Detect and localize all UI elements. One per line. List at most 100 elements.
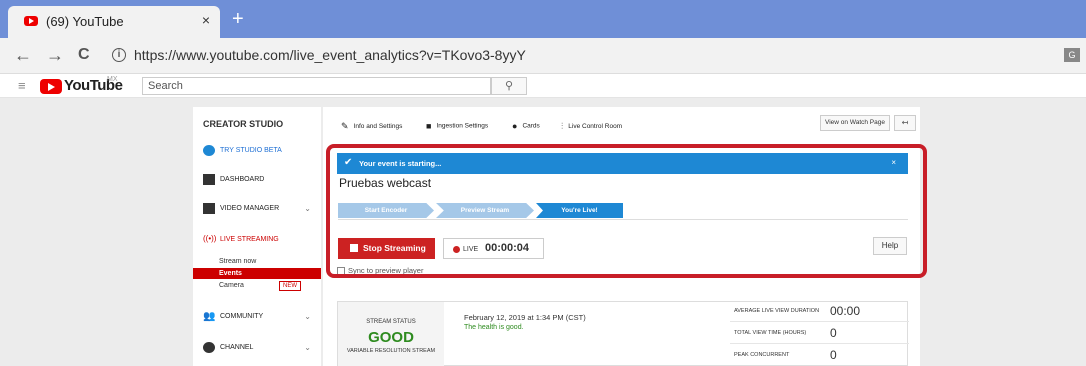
country-code: MX	[107, 76, 118, 83]
tab-info-and-settings[interactable]: ✎ Info and Settings	[341, 121, 402, 132]
forward-icon[interactable]: →	[46, 46, 64, 64]
sidebar-item-dashboard[interactable]: DASHBOARD	[193, 174, 321, 188]
metric-value: 0	[830, 326, 837, 340]
pencil-icon: ✎	[341, 121, 349, 131]
community-icon: 👥	[203, 311, 216, 322]
stop-streaming-label: Stop Streaming	[363, 243, 426, 253]
step-preview-stream: Preview Stream	[436, 203, 534, 218]
tab-label: Live Control Room	[568, 123, 623, 131]
sidebar-item-label: TRY STUDIO BETA	[220, 147, 282, 154]
url-field[interactable]: https://www.youtube.com/live_event_analy…	[134, 47, 526, 63]
live-timer: 00:00:04	[485, 242, 530, 254]
stop-streaming-button[interactable]: Stop Streaming	[338, 238, 435, 259]
youtube-favicon-icon	[24, 16, 38, 26]
stream-status-panel: STREAM STATUS GOOD VARIABLE RESOLUTION S…	[338, 302, 444, 366]
site-info-icon[interactable]: i	[112, 48, 126, 62]
tab-label: Ingestion Settings	[436, 122, 489, 130]
creator-studio-sidebar: CREATOR STUDIO TRY STUDIO BETA DASHBOARD…	[193, 107, 321, 366]
divider	[338, 219, 908, 220]
screen: (69) YouTube × + ← → C i https://www.you…	[0, 0, 1086, 366]
sidebar-item-community[interactable]: 👥 COMMUNITY ⌄	[193, 311, 321, 325]
tab-label: Info and Settings	[353, 123, 403, 131]
metric-label: TOTAL VIEW TIME (HOURS)	[734, 330, 807, 336]
sidebar-item-label: COMMUNITY	[220, 313, 264, 320]
chevron-down-icon[interactable]: ⌄	[304, 312, 311, 321]
sliders-icon: ⫶	[561, 121, 564, 131]
dashboard-icon	[203, 174, 215, 185]
metric-value: 00:00	[830, 304, 861, 318]
creator-studio-title: CREATOR STUDIO	[203, 119, 284, 129]
share-icon: ↤	[901, 118, 909, 127]
sidebar-subitem-events[interactable]: Events	[193, 268, 321, 279]
close-icon[interactable]: ×	[891, 158, 896, 167]
sync-checkbox[interactable]	[337, 267, 345, 276]
step-you-are-live: You're Live!	[536, 203, 623, 218]
info-icon: ●	[512, 121, 518, 131]
sidebar-item-channel[interactable]: CHANNEL ⌄	[193, 342, 321, 356]
live-dot-icon	[453, 246, 460, 253]
stream-status-value: GOOD	[368, 329, 414, 346]
event-title: Pruebas webcast	[339, 176, 432, 190]
banner-text: Your event is starting...	[359, 159, 442, 168]
menu-icon[interactable]: ≡	[18, 78, 26, 93]
resolution-label: VARIABLE RESOLUTION STREAM	[346, 348, 436, 354]
sidebar-item-label: VIDEO MANAGER	[220, 205, 280, 212]
video-manager-icon	[203, 203, 215, 214]
browser-tab[interactable]: (69) YouTube ×	[8, 6, 220, 38]
search-icon: ⚲	[504, 80, 514, 92]
stop-icon	[350, 244, 358, 252]
metric-label: PEAK CONCURRENT	[734, 352, 790, 358]
address-bar: ← → C i https://www.youtube.com/live_eve…	[0, 38, 1086, 74]
sidebar-item-try-studio-beta[interactable]: TRY STUDIO BETA	[193, 145, 321, 159]
sidebar-subitem-camera[interactable]: Camera NEW	[193, 280, 321, 291]
youtube-header: ≡ YouTube MX Search ⚲	[0, 74, 1086, 98]
search-button[interactable]: ⚲	[491, 77, 527, 95]
stream-progress-steps: Start Encoder Preview Stream You're Live…	[338, 203, 623, 218]
sidebar-item-live-streaming[interactable]: ((•)) LIVE STREAMING	[193, 234, 321, 248]
sync-preview-row[interactable]: Sync to preview player	[337, 266, 424, 276]
translate-icon[interactable]: G	[1064, 48, 1080, 62]
gear-icon	[203, 145, 215, 156]
tab-ingestion-settings[interactable]: ■ Ingestion Settings	[426, 121, 488, 131]
sidebar-item-video-manager[interactable]: VIDEO MANAGER ⌄	[193, 203, 321, 217]
new-tab-button[interactable]: +	[232, 8, 244, 31]
tab-close-icon[interactable]: ×	[202, 12, 210, 28]
sidebar-subitem-label: Camera	[219, 282, 244, 289]
metric-peak-concurrent: PEAK CONCURRENT 0	[730, 346, 909, 366]
camera-icon: ■	[426, 121, 432, 131]
metric-total-view-time: TOTAL VIEW TIME (HOURS) 0	[730, 324, 909, 344]
new-badge: NEW	[279, 281, 301, 291]
stream-stats-card: STREAM STATUS GOOD VARIABLE RESOLUTION S…	[337, 301, 909, 366]
metric-avg-view-duration: AVERAGE LIVE VIEW DURATION 00:00	[730, 302, 909, 322]
share-button[interactable]: ↤	[894, 115, 916, 131]
chevron-down-icon[interactable]: ⌄	[304, 343, 311, 352]
sidebar-subitem-stream-now[interactable]: Stream now	[193, 256, 321, 267]
stream-health: The health is good.	[464, 324, 524, 331]
stream-date: February 12, 2019 at 1:34 PM (CST)	[464, 313, 586, 322]
search-input[interactable]: Search	[142, 77, 491, 95]
metric-label: AVERAGE LIVE VIEW DURATION	[734, 308, 820, 314]
sidebar-item-label: LIVE STREAMING	[220, 236, 279, 243]
channel-icon	[203, 342, 215, 353]
back-icon[interactable]: ←	[14, 46, 32, 64]
sync-label: Sync to preview player	[348, 266, 424, 275]
chevron-down-icon[interactable]: ⌄	[304, 204, 311, 213]
step-start-encoder: Start Encoder	[338, 203, 434, 218]
tab-live-control-room[interactable]: ⫶ Live Control Room	[561, 121, 622, 132]
youtube-logo-icon[interactable]	[40, 79, 62, 94]
browser-tab-strip: (69) YouTube × +	[0, 0, 1086, 38]
reload-icon[interactable]: C	[78, 46, 90, 64]
event-starting-banner: ✔ Your event is starting... ×	[337, 153, 908, 174]
live-event-panel: ✎ Info and Settings ■ Ingestion Settings ●…	[323, 107, 920, 366]
metric-value: 0	[830, 348, 837, 362]
tab-title: (69) YouTube	[46, 14, 124, 29]
tab-label: Cards	[522, 122, 540, 130]
check-icon: ✔	[344, 157, 353, 168]
sidebar-item-label: CHANNEL	[220, 344, 254, 351]
help-button[interactable]: Help	[873, 237, 907, 255]
live-timer-box: LIVE 00:00:04	[443, 238, 544, 259]
view-on-watch-page-button[interactable]: View on Watch Page	[820, 115, 890, 131]
live-icon: ((•))	[203, 234, 217, 243]
sidebar-item-label: DASHBOARD	[220, 176, 265, 183]
tab-cards[interactable]: ● Cards	[512, 121, 540, 131]
